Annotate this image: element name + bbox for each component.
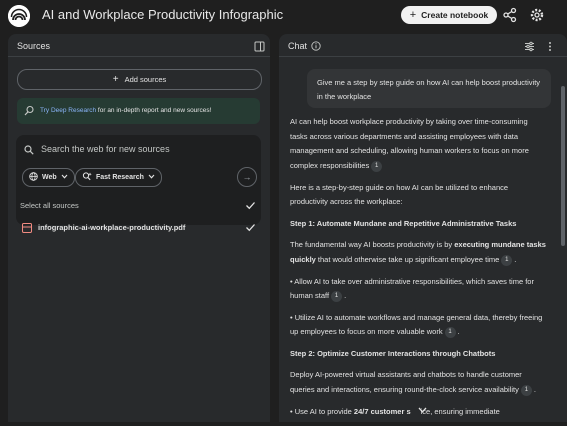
more-options-icon[interactable] — [547, 41, 553, 52]
response-bullet: • Utilize AI to automate workflows and m… — [290, 312, 543, 338]
deep-research-text: Try Deep Research for an in-depth report… — [40, 107, 211, 114]
response-paragraph: AI can help boost workplace productivity… — [290, 115, 546, 174]
response-text: • Utilize AI to automate workflows and m… — [290, 312, 543, 337]
response-step-heading: Step 1: Automate Mundane and Repetitive … — [290, 218, 517, 228]
notebooklm-logo-icon[interactable] — [8, 5, 30, 27]
search-input[interactable]: Search the web for new sources — [41, 144, 170, 154]
settings-gear-icon[interactable] — [529, 7, 545, 23]
research-mode-dropdown[interactable]: Fast Research — [75, 168, 162, 187]
info-icon[interactable] — [311, 41, 321, 51]
create-notebook-label: Create notebook — [421, 10, 489, 20]
response-bold-text: 24/7 customer s — [353, 406, 411, 416]
citation-badge[interactable]: 1 — [501, 254, 513, 266]
chevron-down-icon — [148, 174, 155, 181]
chat-settings-sliders-icon[interactable] — [524, 41, 535, 52]
deep-research-icon — [24, 105, 35, 116]
chat-header: Chat — [279, 34, 567, 56]
citation-badge[interactable]: 1 — [444, 326, 456, 338]
globe-icon — [29, 172, 38, 183]
deep-research-description: for an in-depth report and new sources! — [96, 107, 212, 114]
user-message-text: Give me a step by step guide on how AI c… — [317, 78, 541, 101]
select-all-checkbox[interactable] — [245, 200, 256, 211]
divider — [279, 56, 567, 57]
response-text: The fundamental way AI boosts productivi… — [290, 240, 455, 250]
create-notebook-button[interactable]: + Create notebook — [401, 6, 497, 24]
response-text: , ensuring immediate — [430, 406, 500, 416]
web-search-box: Search the web for new sources Web Fast … — [16, 135, 261, 225]
response-text: AI can help boost workplace productivity… — [290, 117, 529, 171]
divider — [8, 56, 270, 57]
chevron-down-icon — [418, 405, 427, 415]
source-file-checkbox[interactable] — [245, 222, 256, 233]
sources-panel: Sources + Add sources Try Deep Research … — [8, 34, 270, 422]
citation-badge[interactable]: 1 — [520, 384, 532, 396]
plus-icon: + — [112, 74, 119, 85]
citation-badge[interactable]: 1 — [371, 160, 383, 172]
response-text: Deploy AI-powered virtual assistants and… — [290, 370, 522, 395]
response-text: that would otherwise take up significant… — [315, 255, 500, 265]
collapse-panel-icon[interactable] — [254, 41, 265, 52]
pdf-file-icon — [22, 223, 32, 233]
citation-badge[interactable]: 1 — [331, 290, 343, 302]
add-sources-label: Add sources — [124, 75, 167, 84]
deep-research-banner[interactable]: Try Deep Research for an in-depth report… — [17, 98, 260, 124]
response-paragraph: Here is a step-by-step guide on how AI c… — [290, 182, 509, 207]
response-bullet: • Allow AI to take over administrative r… — [290, 276, 534, 302]
scroll-down-button[interactable] — [416, 403, 429, 416]
chevron-down-icon — [61, 174, 68, 181]
chat-title: Chat — [288, 41, 308, 51]
assistant-response: AI can help boost workplace productivity… — [290, 115, 546, 426]
search-icon — [24, 145, 34, 155]
fast-research-icon — [82, 172, 92, 183]
response-step-heading: Step 2: Optimize Customer Interactions t… — [290, 348, 496, 358]
top-bar: AI and Workplace Productivity Infographi… — [0, 0, 567, 32]
add-sources-button[interactable]: + Add sources — [17, 69, 262, 90]
sources-title: Sources — [17, 41, 51, 51]
submit-search-button[interactable]: → — [237, 167, 257, 187]
response-text: • Allow AI to take over administrative r… — [290, 276, 534, 301]
plus-icon: + — [409, 9, 417, 21]
notebook-title[interactable]: AI and Workplace Productivity Infographi… — [42, 7, 283, 22]
response-paragraph: The fundamental way AI boosts productivi… — [290, 240, 546, 266]
web-label: Web — [42, 174, 57, 181]
fast-research-label: Fast Research — [96, 174, 144, 181]
select-all-label: Select all sources — [20, 201, 79, 210]
try-deep-research-link[interactable]: Try Deep Research — [40, 107, 96, 114]
user-message-bubble: Give me a step by step guide on how AI c… — [307, 69, 551, 108]
response-paragraph: Deploy AI-powered virtual assistants and… — [290, 370, 536, 396]
web-source-dropdown[interactable]: Web — [22, 168, 75, 187]
share-icon[interactable] — [502, 7, 518, 23]
response-text: • Use AI to provide — [290, 406, 354, 416]
chat-scrollbar[interactable] — [561, 86, 565, 246]
arrow-right-icon: → — [242, 172, 252, 182]
sources-header: Sources — [8, 34, 270, 56]
source-file-name[interactable]: infographic-ai-workplace-productivity.pd… — [38, 223, 185, 232]
